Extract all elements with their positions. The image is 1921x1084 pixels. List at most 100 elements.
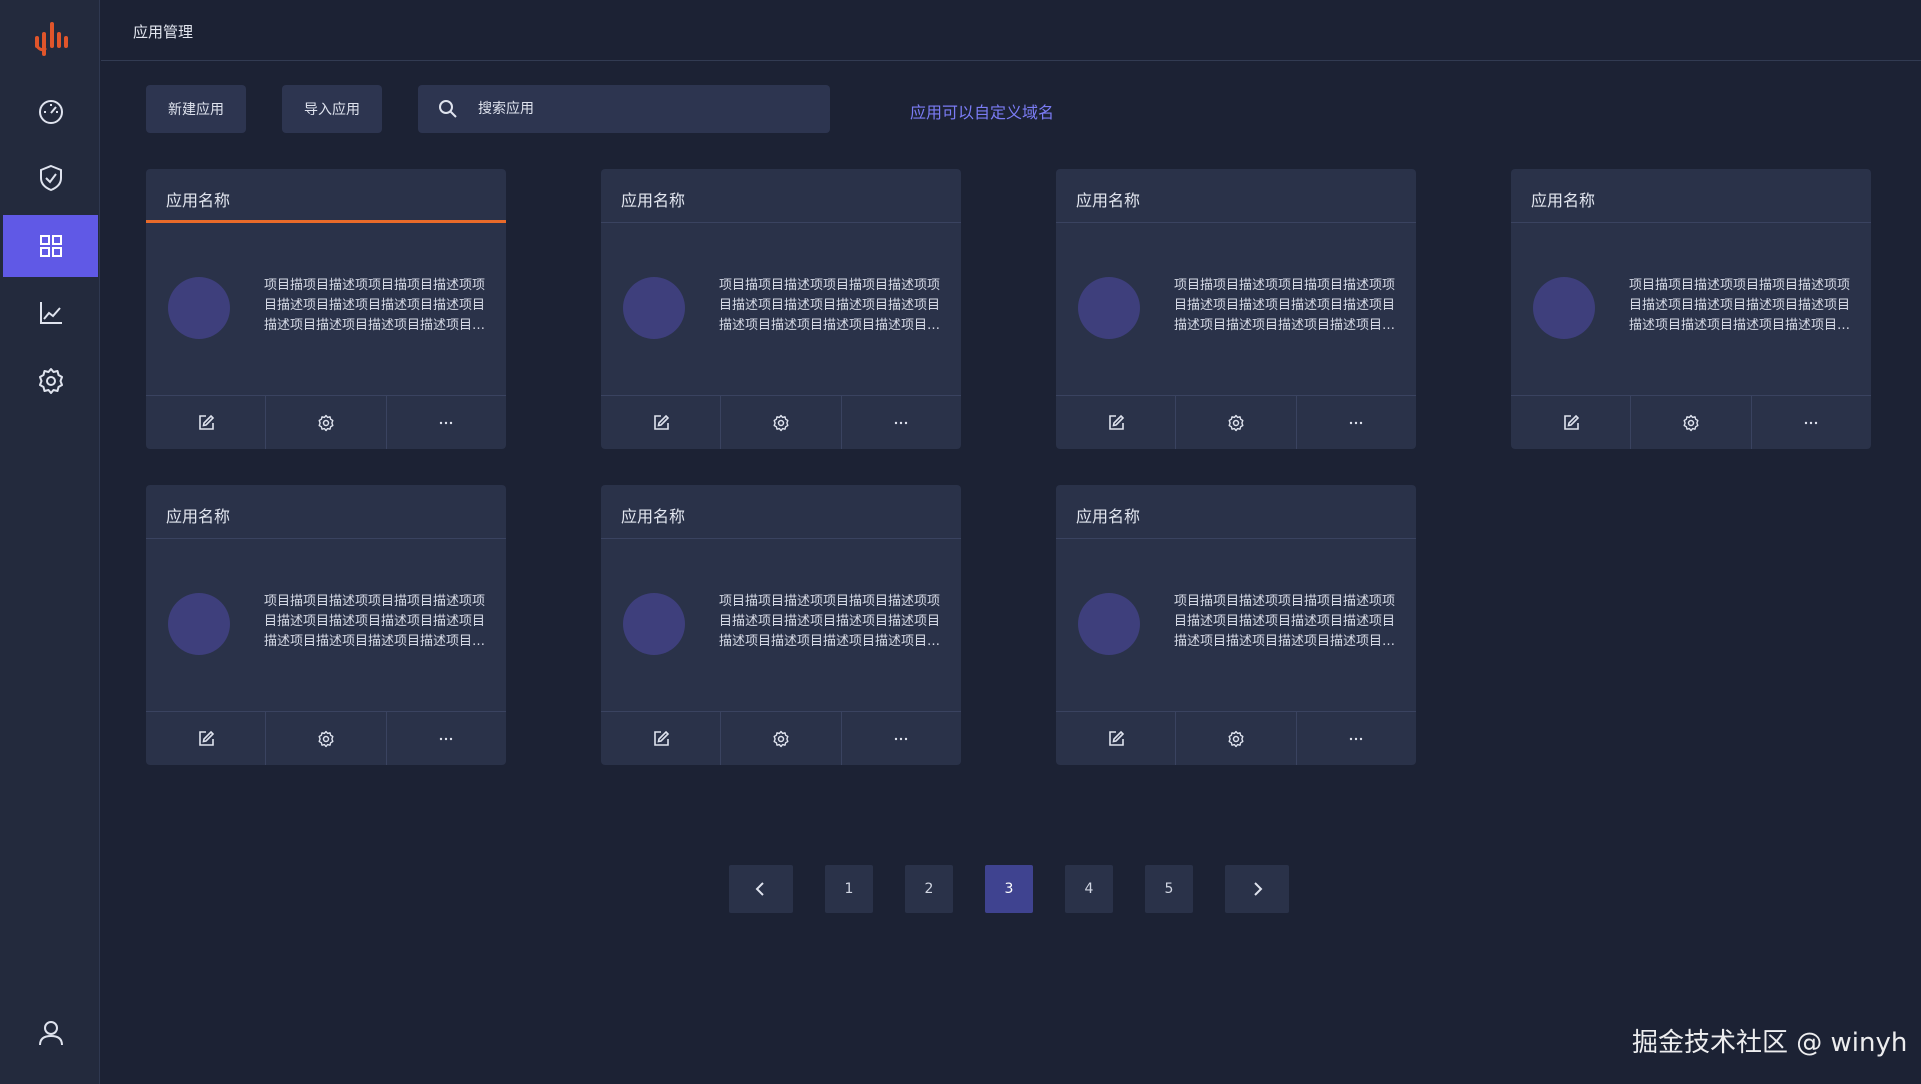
app-card-header: 应用名称: [601, 169, 961, 223]
app-card[interactable]: 应用名称项目描项目描述项项目描项目描述项项目描述项目描述项目描述项目描述项目描述…: [146, 485, 506, 765]
sidebar-item-analytics[interactable]: [3, 282, 98, 344]
app-card-description: 项目描项目描述项项目描项目描述项项目描述项目描述项目描述项目描述项目描述项目描述…: [1174, 594, 1396, 649]
sidebar-item-apps[interactable]: [3, 215, 98, 277]
sidebar-item-user[interactable]: [3, 1002, 98, 1064]
more-button[interactable]: [1297, 396, 1416, 449]
more-icon: [1350, 421, 1363, 424]
app-card-description: 项目描项目描述项项目描项目描述项项目描述项目描述项目描述项目描述项目描述项目描述…: [1629, 278, 1851, 333]
gear-icon: [773, 730, 789, 747]
more-icon: [895, 421, 908, 424]
app-card[interactable]: 应用名称 项目描项目描述项项目描项目描述项项目描述项目描述项目描述项目描述项目描述…: [1511, 169, 1871, 449]
settings-button[interactable]: [1176, 712, 1297, 765]
edit-button[interactable]: [146, 396, 267, 449]
app-card-actions: [1056, 711, 1416, 765]
logo-icon: [35, 22, 68, 56]
sidebar-item-settings[interactable]: [3, 350, 98, 412]
page-button-1[interactable]: 1: [825, 865, 873, 913]
app-card-description: 项目描项目描述项项目描项目描述项项目描述项目描述项目描述项目描述项目描述项目描述…: [719, 278, 941, 333]
app-card-header: 应用名称: [146, 169, 506, 223]
settings-button[interactable]: [721, 396, 842, 449]
more-button[interactable]: [842, 396, 961, 449]
edit-button[interactable]: [1511, 396, 1632, 449]
app-card[interactable]: 应用名称项目描项目描述项项目描项目描述项项目描述项目描述项目描述项目描述项目描述…: [146, 169, 506, 449]
app-card-description: 项目描项目描述项项目描项目描述项项目描述项目描述项目描述项目描述项目描述项目描述…: [264, 278, 486, 333]
more-icon: [1350, 737, 1363, 740]
app-card-actions: [601, 711, 961, 765]
app-card-title: 应用名称: [166, 191, 231, 210]
sidebar: [0, 0, 100, 1084]
app-card-actions: [1056, 395, 1416, 449]
edit-icon: [1563, 414, 1579, 430]
settings-button[interactable]: [266, 396, 387, 449]
app-card-header: 应用名称: [146, 485, 506, 539]
next-page-button[interactable]: [1225, 865, 1289, 913]
settings-button[interactable]: [1176, 396, 1297, 449]
more-icon: [440, 737, 453, 740]
app-card-actions: [146, 711, 506, 765]
app-card[interactable]: 应用名称项目描项目描述项项目描项目描述项项目描述项目描述项目描述项目描述项目描述…: [1056, 169, 1416, 449]
more-icon: [895, 737, 908, 740]
app-card-header: 应用名称: [601, 485, 961, 539]
more-button[interactable]: [1752, 396, 1871, 449]
edit-button[interactable]: [146, 712, 267, 765]
gear-icon: [773, 414, 789, 431]
grid-apps-icon: [39, 235, 62, 257]
settings-button[interactable]: [1631, 396, 1752, 449]
more-button[interactable]: [1297, 712, 1416, 765]
search-input[interactable]: [478, 85, 818, 133]
app-card[interactable]: 应用名称 项目描项目描述项项目描项目描述项项目描述项目描述项目描述项目描述项目描述…: [1056, 485, 1416, 765]
app-avatar: [1533, 277, 1595, 339]
chevron-right-icon: [1254, 882, 1263, 896]
page-button-3[interactable]: 3: [985, 865, 1033, 913]
edit-button[interactable]: [601, 712, 722, 765]
edit-button[interactable]: [601, 396, 722, 449]
edit-icon: [653, 414, 669, 430]
import-app-button[interactable]: 导入应用: [282, 85, 382, 133]
new-app-button[interactable]: 新建应用: [146, 85, 246, 133]
gear-icon: [38, 368, 63, 394]
line-chart-icon: [39, 302, 62, 324]
app-card-actions: [601, 395, 961, 449]
sidebar-item-dashboard[interactable]: [3, 80, 98, 142]
app-root: 应用管理 新建应用 导入应用 应用可以自定义域名 应用名称项目描项目描述项项目描…: [0, 0, 1921, 1084]
app-card[interactable]: 应用名称项目描项目描述项项目描项目描述项项目描述项目描述项目描述项目描述项目描述…: [601, 169, 961, 449]
app-card-description: 项目描项目描述项项目描项目描述项项目描述项目描述项目描述项目描述项目描述项目描述…: [264, 594, 486, 649]
more-button[interactable]: [842, 712, 961, 765]
edit-button[interactable]: [1056, 712, 1177, 765]
page-button-2[interactable]: 2: [905, 865, 953, 913]
prev-page-button[interactable]: [729, 865, 793, 913]
search-box: [418, 85, 830, 133]
app-card[interactable]: 应用名称项目描项目描述项项目描项目描述项项目描述项目描述项目描述项目描述项目描述…: [601, 485, 961, 765]
edit-icon: [1108, 730, 1124, 746]
edit-icon: [198, 730, 214, 746]
page-header: 应用管理: [101, 0, 1921, 61]
app-avatar: [1078, 593, 1140, 655]
sidebar-item-security[interactable]: [3, 147, 98, 209]
gear-icon: [1683, 414, 1699, 431]
more-button[interactable]: [387, 396, 506, 449]
app-avatar: [168, 593, 230, 655]
gear-icon: [1228, 414, 1244, 431]
settings-button[interactable]: [721, 712, 842, 765]
app-card-title: 应用名称: [166, 507, 231, 526]
app-card-header: 应用名称: [1056, 169, 1416, 223]
more-icon: [1805, 421, 1818, 424]
page-title: 应用管理: [133, 23, 194, 41]
edit-button[interactable]: [1056, 396, 1177, 449]
app-avatar: [168, 277, 230, 339]
app-card-actions: [146, 395, 506, 449]
logo: [33, 18, 69, 58]
settings-button[interactable]: [266, 712, 387, 765]
gear-icon: [318, 730, 334, 747]
chevron-left-icon: [755, 882, 764, 896]
app-card-actions: [1511, 395, 1871, 449]
app-card-title: 应用名称: [1076, 191, 1141, 210]
app-card-description: 项目描项目描述项项目描项目描述项项目描述项目描述项目描述项目描述项目描述项目描述…: [1174, 278, 1396, 333]
app-card-description: 项目描项目描述项项目描项目描述项项目描述项目描述项目描述项目描述项目描述项目描述…: [719, 594, 941, 649]
edit-icon: [653, 730, 669, 746]
page-button-4[interactable]: 4: [1065, 865, 1113, 913]
page-button-5[interactable]: 5: [1145, 865, 1193, 913]
dashboard-icon: [38, 100, 63, 124]
more-button[interactable]: [387, 712, 506, 765]
custom-domain-link[interactable]: 应用可以自定义域名: [910, 99, 1054, 123]
